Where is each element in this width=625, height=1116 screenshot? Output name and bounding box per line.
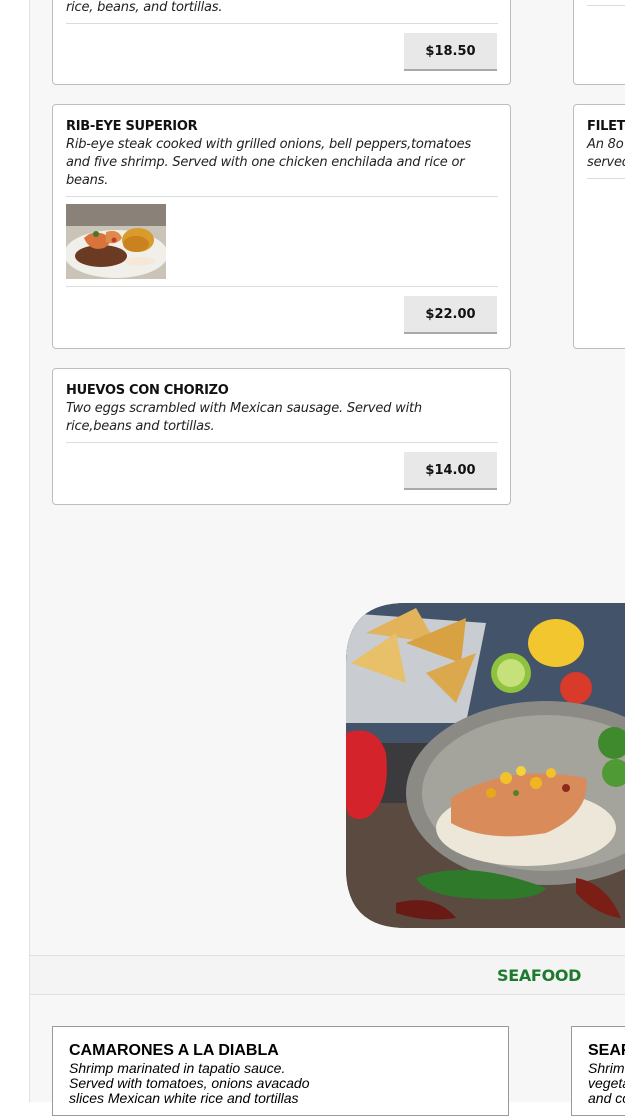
item-title: SEAF bbox=[588, 1042, 625, 1059]
price-button[interactable]: $14.00 bbox=[404, 452, 497, 490]
menu-page: rice, beans, and tortillas. $18.50 RIB-E… bbox=[30, 0, 625, 1116]
item-description-line: and co bbox=[588, 1090, 625, 1106]
item-title: HUEVOS CON CHORIZO bbox=[66, 383, 229, 398]
salmon-dish-photo bbox=[346, 603, 625, 928]
menu-item-card-seafood-right: SEAF Shrim vegeta and co bbox=[571, 1026, 625, 1116]
left-gutter bbox=[0, 0, 30, 1102]
item-description-line: An 8o bbox=[587, 137, 624, 152]
divider bbox=[587, 5, 625, 6]
item-description-line: Shrim bbox=[588, 1060, 625, 1076]
menu-item-card: rice, beans, and tortillas. $18.50 bbox=[52, 0, 511, 85]
divider bbox=[66, 442, 498, 443]
price-button[interactable]: $22.00 bbox=[404, 296, 497, 334]
price-button[interactable]: $18.50 bbox=[404, 33, 497, 71]
menu-item-card-rib-eye: RIB-EYE SUPERIOR Rib-eye steak cooked wi… bbox=[52, 104, 511, 349]
divider bbox=[66, 23, 498, 24]
item-description: Rib-eye steak cooked with grilled onions… bbox=[66, 137, 471, 188]
item-description-line: vegeta bbox=[588, 1075, 625, 1091]
menu-item-card bbox=[573, 0, 625, 85]
item-title: FILET bbox=[587, 119, 625, 134]
divider bbox=[66, 286, 498, 287]
item-title: RIB-EYE SUPERIOR bbox=[66, 119, 198, 134]
section-title-seafood: SEAFOOD bbox=[497, 966, 582, 985]
divider bbox=[587, 178, 625, 179]
item-description: Shrimp marinated in tapatio sauce. Serve… bbox=[69, 1060, 310, 1106]
divider bbox=[66, 196, 498, 197]
item-description: rice, beans, and tortillas. bbox=[66, 0, 223, 15]
menu-item-card-filet: FILET An 8o served bbox=[573, 104, 625, 349]
menu-item-card-camarones: CAMARONES A LA DIABLA Shrimp marinated i… bbox=[52, 1026, 509, 1116]
item-description: Two eggs scrambled with Mexican sausage.… bbox=[66, 401, 422, 434]
item-title: CAMARONES A LA DIABLA bbox=[69, 1042, 279, 1059]
item-description-line: served bbox=[587, 155, 625, 170]
dish-photo[interactable] bbox=[66, 204, 166, 279]
menu-item-card-huevos: HUEVOS CON CHORIZO Two eggs scrambled wi… bbox=[52, 368, 511, 505]
